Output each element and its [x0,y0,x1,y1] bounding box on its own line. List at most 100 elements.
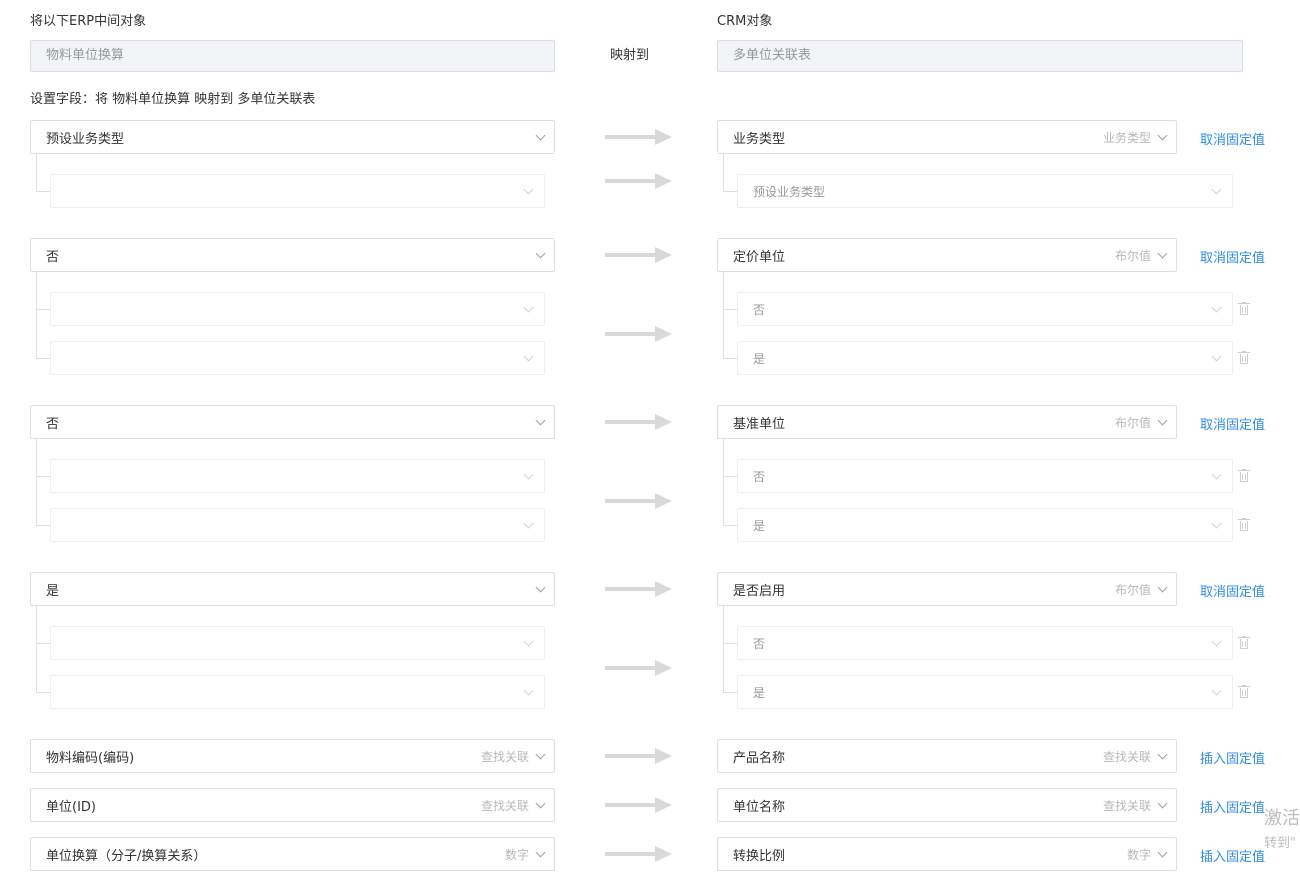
trash-bar [1242,523,1243,529]
trash-icon[interactable] [1238,469,1250,483]
erp-value-select[interactable] [50,174,545,208]
arrow-shaft [605,420,657,424]
chevron-down-icon [523,469,534,479]
arrow-head [655,129,672,145]
chevron-down-icon [1211,685,1222,695]
crm-field-select[interactable]: 单位名称 查找关联 [717,788,1177,822]
chevron-down-icon [535,582,546,592]
tree-branch [723,358,737,359]
trash-icon[interactable] [1238,351,1250,365]
crm-field-select[interactable]: 是否启用 布尔值 [717,572,1177,606]
trash-bar [1242,641,1243,647]
cancel-fixed-value-link[interactable]: 取消固定值 [1200,247,1265,266]
arrow-head [655,414,672,430]
tree-branch [36,476,50,477]
erp-value-select[interactable] [50,508,545,542]
crm-value-select[interactable]: 是 [737,341,1233,375]
chevron-down-icon [1211,518,1222,528]
field-setting-title: 设置字段：将 物料单位换算 映射到 多单位关联表 [30,92,316,107]
arrow-right-icon [605,247,673,263]
crm-field-select[interactable]: 产品名称 查找关联 [717,739,1177,773]
erp-field-select[interactable]: 单位换算（分子/换算关系） 数字 [30,837,555,871]
cancel-fixed-value-link[interactable]: 取消固定值 [1200,414,1265,433]
crm-field-select-value: 业务类型 [733,131,786,147]
erp-field-select[interactable]: 预设业务类型 [30,120,555,154]
trash-bar [1242,474,1243,480]
trash-icon[interactable] [1238,685,1250,699]
arrow-shaft [605,498,657,503]
arrow-right-icon [605,797,673,813]
crm-value-select[interactable]: 是 [737,675,1233,709]
erp-value-select[interactable] [50,626,545,660]
crm-value-select-value: 是 [753,351,766,366]
chevron-down-icon [1211,351,1222,361]
activation-watermark-hint: 转到" [1264,836,1296,851]
arrow-right-icon [605,325,673,342]
crm-value-select[interactable]: 预设业务类型 [737,174,1233,208]
cancel-fixed-value-link[interactable]: 取消固定值 [1200,581,1265,600]
insert-fixed-value-link[interactable]: 插入固定值 [1200,846,1265,865]
erp-field-select[interactable]: 否 [30,405,555,439]
trash-icon[interactable] [1238,518,1250,532]
arrow-head [655,748,672,764]
activation-watermark: 激活 [1264,808,1300,829]
chevron-down-icon [535,798,546,808]
crm-value-select[interactable]: 否 [737,459,1233,493]
field-type-tag: 查找关联 [480,749,529,764]
tree-connector [36,439,37,525]
crm-value-select-value: 预设业务类型 [753,184,826,199]
arrow-shaft [605,852,657,856]
arrow-right-icon [605,659,673,676]
trash-icon[interactable] [1238,636,1250,650]
crm-field-select-value: 基准单位 [733,416,786,432]
crm-object-field: 多单位关联表 [717,40,1243,72]
erp-field-select[interactable]: 物料编码(编码) 查找关联 [30,739,555,773]
chevron-down-icon [1157,798,1168,808]
insert-fixed-value-link[interactable]: 插入固定值 [1200,797,1265,816]
tree-branch [723,191,737,192]
chevron-down-icon [535,130,546,140]
trash-icon[interactable] [1238,302,1250,316]
erp-value-select[interactable] [50,675,545,709]
crm-field-select[interactable]: 定价单位 布尔值 [717,238,1177,272]
crm-value-select-value: 否 [753,302,766,317]
chevron-down-icon [535,749,546,759]
arrow-right-icon [605,846,673,862]
crm-value-select[interactable]: 否 [737,626,1233,660]
field-type-tag: 查找关联 [480,798,529,813]
trash-lid [1238,352,1250,353]
crm-object-label: CRM对象 [717,14,773,29]
cancel-fixed-value-link[interactable]: 取消固定值 [1200,129,1265,148]
trash-lid [1238,637,1250,638]
erp-value-select[interactable] [50,292,545,326]
crm-value-select-value: 否 [753,469,766,484]
erp-value-select[interactable] [50,341,545,375]
chevron-down-icon [1157,415,1168,425]
erp-field-select-value: 预设业务类型 [46,131,125,147]
field-type-tag: 布尔值 [1114,582,1151,597]
arrow-head [655,247,672,263]
chevron-down-icon [523,184,534,194]
tree-branch [723,692,737,693]
crm-field-select[interactable]: 转换比例 数字 [717,837,1177,871]
trash-bar [1245,307,1246,313]
erp-field-select[interactable]: 是 [30,572,555,606]
erp-field-select[interactable]: 否 [30,238,555,272]
trash-bar [1242,307,1243,313]
insert-fixed-value-link[interactable]: 插入固定值 [1200,748,1265,767]
trash-lid [1238,303,1250,304]
tree-branch [36,309,50,310]
crm-value-select[interactable]: 否 [737,292,1233,326]
crm-field-select[interactable]: 基准单位 布尔值 [717,405,1177,439]
erp-value-select[interactable] [50,459,545,493]
field-type-tag: 查找关联 [1102,749,1151,764]
crm-field-select[interactable]: 业务类型 业务类型 [717,120,1177,154]
tree-connector [36,272,37,358]
arrow-right-icon [605,129,673,145]
crm-field-select-value: 定价单位 [733,249,786,265]
crm-value-select[interactable]: 是 [737,508,1233,542]
erp-field-select[interactable]: 单位(ID) 查找关联 [30,788,555,822]
arrow-head [655,492,672,509]
trash-bar [1245,690,1246,696]
erp-field-select-value: 否 [46,416,60,432]
